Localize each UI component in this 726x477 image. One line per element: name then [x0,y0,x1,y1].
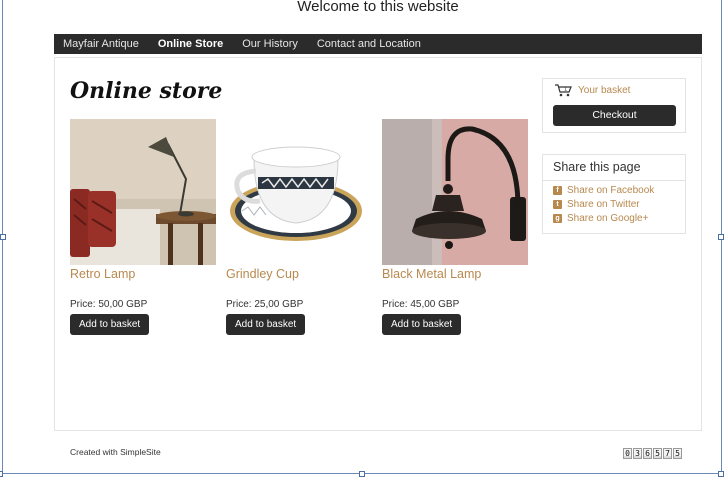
resize-handle-bottom-left[interactable] [0,471,3,477]
page-title: Welcome to this website [297,0,459,15]
black-metal-lamp-image[interactable] [382,119,528,265]
main-navigation: Mayfair Antique Online Store Our History… [54,34,702,54]
product-price: Price: 45,00 GBP [382,299,460,310]
share-heading: Share this page [553,160,641,174]
add-to-basket-button[interactable]: Add to basket [226,314,306,335]
product-price: Price: 50,00 GBP [70,299,148,310]
counter-digit: 5 [653,448,662,459]
counter-digit: 0 [623,448,632,459]
product-name[interactable]: Retro Lamp [70,267,217,285]
resize-handle-bottom-right[interactable] [718,471,724,477]
counter-digit: 7 [663,448,672,459]
your-basket-link[interactable]: 1 Your basket [555,84,630,97]
googleplus-icon: g [553,214,562,223]
basket-label: Your basket [578,85,631,96]
product-card: Grindley Cup Price: 25,00 GBP Add to bas… [226,119,373,335]
footer-credit[interactable]: Created with SimpleSite [70,447,161,457]
add-to-basket-button[interactable]: Add to basket [382,314,462,335]
product-name[interactable]: Black Metal Lamp [382,267,529,285]
counter-digit: 6 [643,448,652,459]
nav-item-contact-location[interactable]: Contact and Location [317,38,421,50]
counter-digit: 3 [633,448,642,459]
counter-digit: 5 [673,448,682,459]
resize-handle-right[interactable] [718,234,724,240]
nav-item-our-history[interactable]: Our History [242,38,298,50]
share-twitter-label: Share on Twitter [567,199,640,210]
resize-handle-left[interactable] [0,234,6,240]
share-facebook-label: Share on Facebook [567,185,655,196]
resize-handle-bottom[interactable] [359,471,365,477]
product-card: Retro Lamp Price: 50,00 GBP Add to baske… [70,119,217,335]
visitor-counter: 0 3 6 5 7 5 [623,448,683,459]
retro-lamp-image[interactable] [70,119,216,265]
share-googleplus-link[interactable]: g Share on Google+ [553,213,648,224]
twitter-icon: t [553,200,562,209]
share-facebook-link[interactable]: f Share on Facebook [553,185,654,196]
product-name[interactable]: Grindley Cup [226,267,373,285]
product-card: Black Metal Lamp Price: 45,00 GBP Add to… [382,119,529,335]
product-price: Price: 25,00 GBP [226,299,304,310]
grindley-cup-image[interactable] [226,119,372,265]
add-to-basket-button[interactable]: Add to basket [70,314,150,335]
nav-item-mayfair-antique[interactable]: Mayfair Antique [63,38,139,50]
checkout-button[interactable]: Checkout [553,105,676,126]
basket-icon: 1 [555,84,572,97]
store-heading: Online store [70,78,223,104]
facebook-icon: f [553,186,562,195]
svg-text:1: 1 [564,87,567,93]
share-divider [543,180,685,181]
share-panel: Share this page f Share on Facebook t Sh… [542,154,686,234]
basket-panel: 1 Your basket Checkout [542,78,686,133]
nav-item-online-store[interactable]: Online Store [158,38,223,50]
share-twitter-link[interactable]: t Share on Twitter [553,199,640,210]
share-googleplus-label: Share on Google+ [567,213,649,224]
